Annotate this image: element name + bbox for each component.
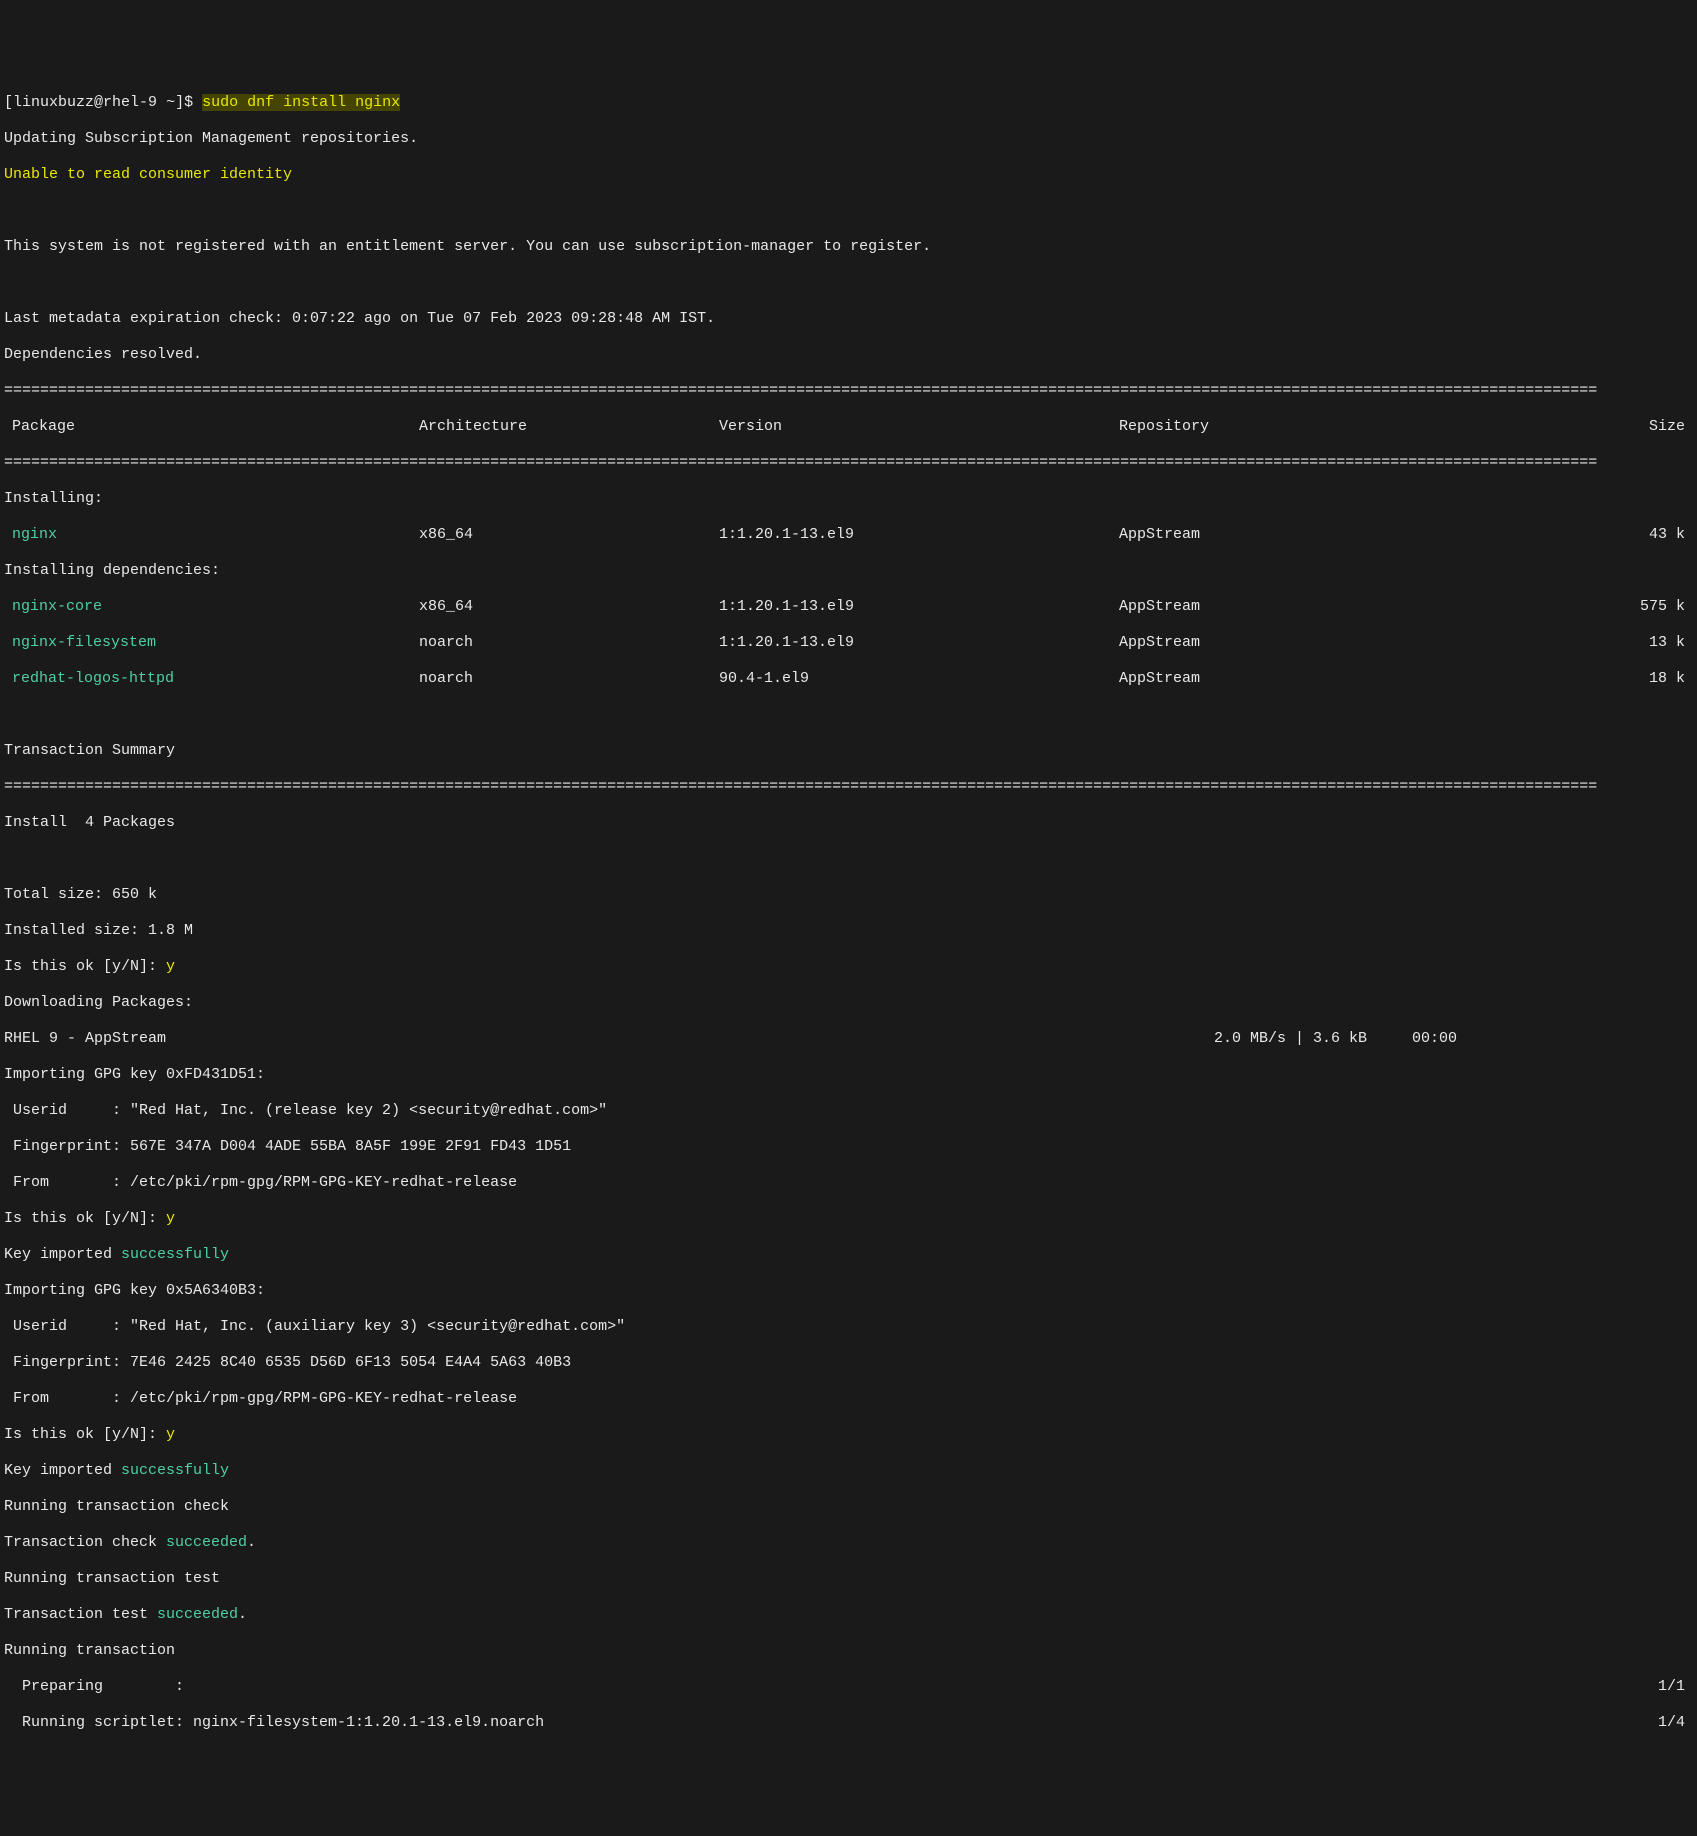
package-repo: AppStream <box>1119 598 1429 616</box>
output-line: Dependencies resolved. <box>4 346 1693 364</box>
package-row: redhat-logos-httpd noarch 90.4-1.el9 App… <box>4 670 1693 688</box>
gpg-from: From : /etc/pki/rpm-gpg/RPM-GPG-KEY-redh… <box>4 1390 1693 1408</box>
gpg-fingerprint: Fingerprint: 7E46 2425 8C40 6535 D56D 6F… <box>4 1354 1693 1372</box>
confirm-prompt[interactable]: Is this ok [y/N]: y <box>4 1426 1693 1444</box>
package-arch: noarch <box>419 670 719 688</box>
package-size: 18 k <box>1429 670 1693 688</box>
scriptlet-label: Running scriptlet: nginx-filesystem-1:1.… <box>4 1714 1658 1732</box>
gpg-from: From : /etc/pki/rpm-gpg/RPM-GPG-KEY-redh… <box>4 1174 1693 1192</box>
downloading-label: Downloading Packages: <box>4 994 1693 1012</box>
output-line: Updating Subscription Management reposit… <box>4 130 1693 148</box>
user-input: y <box>166 1426 175 1443</box>
package-size: 13 k <box>1429 634 1693 652</box>
running-transaction: Running transaction <box>4 1642 1693 1660</box>
divider: ========================================… <box>4 382 1693 400</box>
gpg-import: Importing GPG key 0xFD431D51: <box>4 1066 1693 1084</box>
package-row: nginx-core x86_64 1:1.20.1-13.el9 AppStr… <box>4 598 1693 616</box>
package-version: 1:1.20.1-13.el9 <box>719 634 1119 652</box>
preparing-row: Preparing : 1/1 <box>4 1678 1693 1696</box>
package-arch: x86_64 <box>419 526 719 544</box>
header-size: Size <box>1429 418 1693 436</box>
scriptlet-progress: 1/4 <box>1658 1714 1693 1732</box>
package-row: nginx x86_64 1:1.20.1-13.el9 AppStream 4… <box>4 526 1693 544</box>
transaction-check-result: Transaction check succeeded. <box>4 1534 1693 1552</box>
package-size: 575 k <box>1429 598 1693 616</box>
transaction-summary-title: Transaction Summary <box>4 742 1693 760</box>
package-repo: AppStream <box>1119 634 1429 652</box>
transaction-check: Running transaction check <box>4 1498 1693 1516</box>
gpg-fingerprint: Fingerprint: 567E 347A D004 4ADE 55BA 8A… <box>4 1138 1693 1156</box>
gpg-import: Importing GPG key 0x5A6340B3: <box>4 1282 1693 1300</box>
total-size: Total size: 650 k <box>4 886 1693 904</box>
output-line: This system is not registered with an en… <box>4 238 1693 256</box>
terminal-output: [linuxbuzz@rhel-9 ~]$ sudo dnf install n… <box>4 76 1693 1750</box>
package-name: nginx <box>4 526 419 544</box>
table-header-row: Package Architecture Version Repository … <box>4 418 1693 436</box>
package-size: 43 k <box>1429 526 1693 544</box>
output-line: Last metadata expiration check: 0:07:22 … <box>4 310 1693 328</box>
repo-name: RHEL 9 - AppStream <box>4 1030 1214 1048</box>
divider: ========================================… <box>4 778 1693 796</box>
confirm-prompt[interactable]: Is this ok [y/N]: y <box>4 958 1693 976</box>
gpg-userid: Userid : "Red Hat, Inc. (auxiliary key 3… <box>4 1318 1693 1336</box>
section-deps: Installing dependencies: <box>4 562 1693 580</box>
package-repo: AppStream <box>1119 670 1429 688</box>
package-version: 1:1.20.1-13.el9 <box>719 598 1119 616</box>
package-arch: noarch <box>419 634 719 652</box>
header-repo: Repository <box>1119 418 1429 436</box>
key-imported: Key imported successfully <box>4 1462 1693 1480</box>
download-stats: 2.0 MB/s | 3.6 kB 00:00 <box>1214 1030 1693 1048</box>
header-version: Version <box>719 418 1119 436</box>
header-package: Package <box>4 418 419 436</box>
key-imported: Key imported successfully <box>4 1246 1693 1264</box>
package-repo: AppStream <box>1119 526 1429 544</box>
warning-line: Unable to read consumer identity <box>4 166 1693 184</box>
divider: ========================================… <box>4 454 1693 472</box>
download-row: RHEL 9 - AppStream 2.0 MB/s | 3.6 kB 00:… <box>4 1030 1693 1048</box>
scriptlet-row: Running scriptlet: nginx-filesystem-1:1.… <box>4 1714 1693 1732</box>
transaction-test: Running transaction test <box>4 1570 1693 1588</box>
command-text: sudo dnf install nginx <box>202 94 400 111</box>
prompt-line[interactable]: [linuxbuzz@rhel-9 ~]$ sudo dnf install n… <box>4 94 1693 112</box>
header-arch: Architecture <box>419 418 719 436</box>
transaction-test-result: Transaction test succeeded. <box>4 1606 1693 1624</box>
preparing-progress: 1/1 <box>1658 1678 1693 1696</box>
confirm-prompt[interactable]: Is this ok [y/N]: y <box>4 1210 1693 1228</box>
package-version: 90.4-1.el9 <box>719 670 1119 688</box>
user-input: y <box>166 958 175 975</box>
preparing-label: Preparing : <box>4 1678 1658 1696</box>
package-name: nginx-core <box>4 598 419 616</box>
package-name: nginx-filesystem <box>4 634 419 652</box>
install-count: Install 4 Packages <box>4 814 1693 832</box>
gpg-userid: Userid : "Red Hat, Inc. (release key 2) … <box>4 1102 1693 1120</box>
section-installing: Installing: <box>4 490 1693 508</box>
package-version: 1:1.20.1-13.el9 <box>719 526 1119 544</box>
package-name: redhat-logos-httpd <box>4 670 419 688</box>
user-input: y <box>166 1210 175 1227</box>
package-arch: x86_64 <box>419 598 719 616</box>
package-row: nginx-filesystem noarch 1:1.20.1-13.el9 … <box>4 634 1693 652</box>
installed-size: Installed size: 1.8 M <box>4 922 1693 940</box>
